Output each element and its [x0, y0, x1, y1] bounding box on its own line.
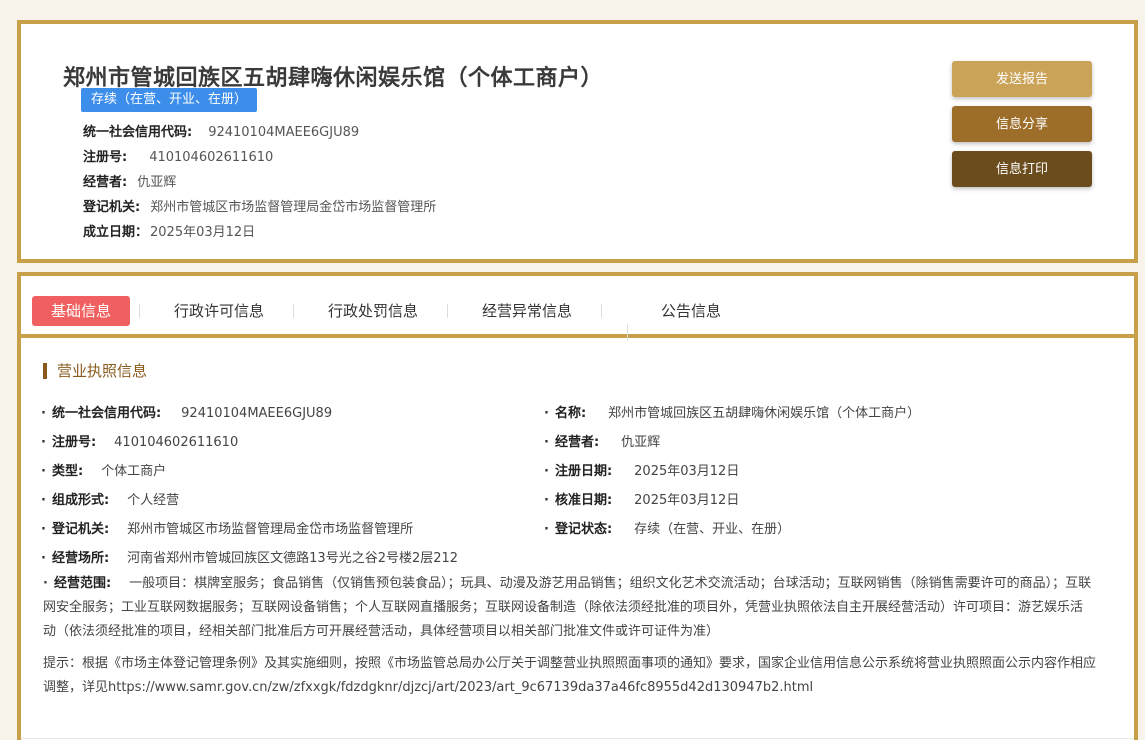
field-value: 存续（在营、开业、在册）	[634, 522, 791, 537]
field-value: 河南省郑州市管城回族区文德路13号光之谷2号楼2层212	[127, 551, 459, 566]
summary-authority-value: 郑州市管城区市场监督管理局金岱市场监督管理所	[150, 200, 437, 215]
field-value: 郑州市管城回族区五胡肆嗨休闲娱乐馆（个体工商户）	[608, 406, 921, 421]
field-authority: · 登记机关: 郑州市管城区市场监督管理局金岱市场监督管理所	[41, 518, 413, 537]
bullet-icon: ·	[544, 406, 549, 421]
tab-abnormal-operation[interactable]: 经营异常信息	[469, 296, 585, 326]
print-info-button[interactable]: 信息打印	[952, 151, 1092, 187]
field-label: 经营场所:	[51, 551, 110, 566]
field-type: · 类型: 个体工商户	[41, 460, 166, 479]
tab-separator	[293, 304, 294, 318]
tab-separator	[601, 304, 602, 318]
summary-credit-code: 统一社会信用代码: 92410104MAEE6GJU89	[83, 121, 359, 140]
summary-established-label: 成立日期：	[83, 225, 149, 240]
share-info-button[interactable]: 信息分享	[952, 106, 1092, 142]
bullet-icon: ·	[41, 551, 46, 566]
tab-separator	[139, 304, 140, 318]
summary-reg-number-value: 410104602611610	[149, 150, 274, 165]
summary-operator-label: 经营者:	[83, 175, 128, 190]
field-label: 登记机关:	[51, 522, 110, 537]
tab-basic-info[interactable]: 基础信息	[32, 296, 130, 326]
tab-separator	[627, 324, 628, 340]
field-label: 类型:	[51, 464, 84, 479]
tab-admin-penalty[interactable]: 行政处罚信息	[315, 296, 431, 326]
summary-authority-label: 登记机关:	[83, 200, 141, 215]
send-report-button[interactable]: 发送报告	[952, 61, 1092, 97]
status-badge: 存续（在营、开业、在册）	[81, 88, 258, 112]
field-approval-date: · 核准日期: 2025年03月12日	[544, 489, 739, 508]
divider	[21, 738, 1134, 739]
field-registration-status: · 登记状态: 存续（在营、开业、在册）	[544, 518, 790, 537]
scope-label: 经营范围:	[53, 576, 112, 591]
field-value: 92410104MAEE6GJU89	[181, 406, 333, 421]
field-label: 登记状态:	[554, 522, 613, 537]
summary-reg-number: 注册号: 410104602611610	[83, 146, 273, 165]
field-value: 仇亚辉	[621, 435, 661, 450]
field-business-scope: · 经营范围: 一般项目：棋牌室服务；食品销售（仅销售预包装食品）；玩具、动漫及游艺…	[43, 572, 1095, 644]
field-value: 郑州市管城区市场监督管理局金岱市场监督管理所	[127, 522, 414, 537]
summary-operator-value: 仇亚辉	[137, 175, 177, 190]
bullet-icon: ·	[544, 522, 549, 537]
field-value: 个人经营	[127, 493, 180, 508]
bullet-icon: ·	[41, 464, 46, 479]
summary-reg-number-label: 注册号:	[83, 150, 128, 165]
summary-established-date: 成立日期： 2025年03月12日	[83, 221, 255, 240]
field-name: · 名称: 郑州市管城回族区五胡肆嗨休闲娱乐馆（个体工商户）	[544, 402, 920, 421]
bullet-icon: ·	[41, 522, 46, 537]
bullet-icon: ·	[544, 493, 549, 508]
bullet-icon: ·	[41, 493, 46, 508]
field-registration-date: · 注册日期: 2025年03月12日	[544, 460, 739, 479]
summary-authority: 登记机关: 郑州市管城区市场监督管理局金岱市场监督管理所	[83, 196, 436, 215]
tab-announcements[interactable]: 公告信息	[641, 296, 741, 326]
field-label: 统一社会信用代码:	[51, 406, 162, 421]
field-value: 410104602611610	[114, 435, 239, 450]
tab-admin-license[interactable]: 行政许可信息	[161, 296, 277, 326]
field-label: 注册号:	[51, 435, 97, 450]
field-value: 2025年03月12日	[634, 464, 740, 479]
bullet-icon: ·	[43, 576, 48, 591]
field-label: 核准日期:	[554, 493, 613, 508]
field-value: 个体工商户	[101, 464, 167, 479]
field-reg-number: · 注册号: 410104602611610	[41, 431, 238, 450]
company-summary-card: 郑州市管城回族区五胡肆嗨休闲娱乐馆（个体工商户） 存续（在营、开业、在册） 统一…	[17, 20, 1138, 263]
field-label: 经营者:	[554, 435, 600, 450]
field-credit-code: · 统一社会信用代码: 92410104MAEE6GJU89	[41, 402, 332, 421]
bullet-icon: ·	[544, 464, 549, 479]
field-operator: · 经营者: 仇亚辉	[544, 431, 660, 450]
field-label: 名称:	[554, 406, 587, 421]
detail-card: 基础信息 行政许可信息 行政处罚信息 经营异常信息 公告信息 营业执照信息 · 统…	[17, 272, 1138, 740]
summary-established-value: 2025年03月12日	[150, 225, 256, 240]
field-value: 2025年03月12日	[634, 493, 740, 508]
summary-operator: 经营者: 仇亚辉	[83, 171, 176, 190]
scope-value: 一般项目：棋牌室服务；食品销售（仅销售预包装食品）；玩具、动漫及游艺用品销售；组…	[43, 576, 1092, 639]
bullet-icon: ·	[41, 435, 46, 450]
field-label: 注册日期:	[554, 464, 613, 479]
field-label: 组成形式:	[51, 493, 110, 508]
bullet-icon: ·	[544, 435, 549, 450]
tab-bar: 基础信息 行政许可信息 行政处罚信息 经营异常信息 公告信息	[21, 276, 1134, 340]
section-title: 营业执照信息	[43, 363, 147, 379]
tab-separator	[447, 304, 448, 318]
bullet-icon: ·	[41, 406, 46, 421]
summary-credit-code-label: 统一社会信用代码:	[83, 125, 193, 140]
notice-text: 提示：根据《市场主体登记管理条例》及其实施细则，按照《市场监管总局办公厅关于调整…	[43, 656, 1097, 695]
summary-credit-code-value: 92410104MAEE6GJU89	[208, 125, 360, 140]
field-composition: · 组成形式: 个人经营	[41, 489, 179, 508]
field-business-premises: · 经营场所: 河南省郑州市管城回族区文德路13号光之谷2号楼2层212	[41, 547, 458, 566]
